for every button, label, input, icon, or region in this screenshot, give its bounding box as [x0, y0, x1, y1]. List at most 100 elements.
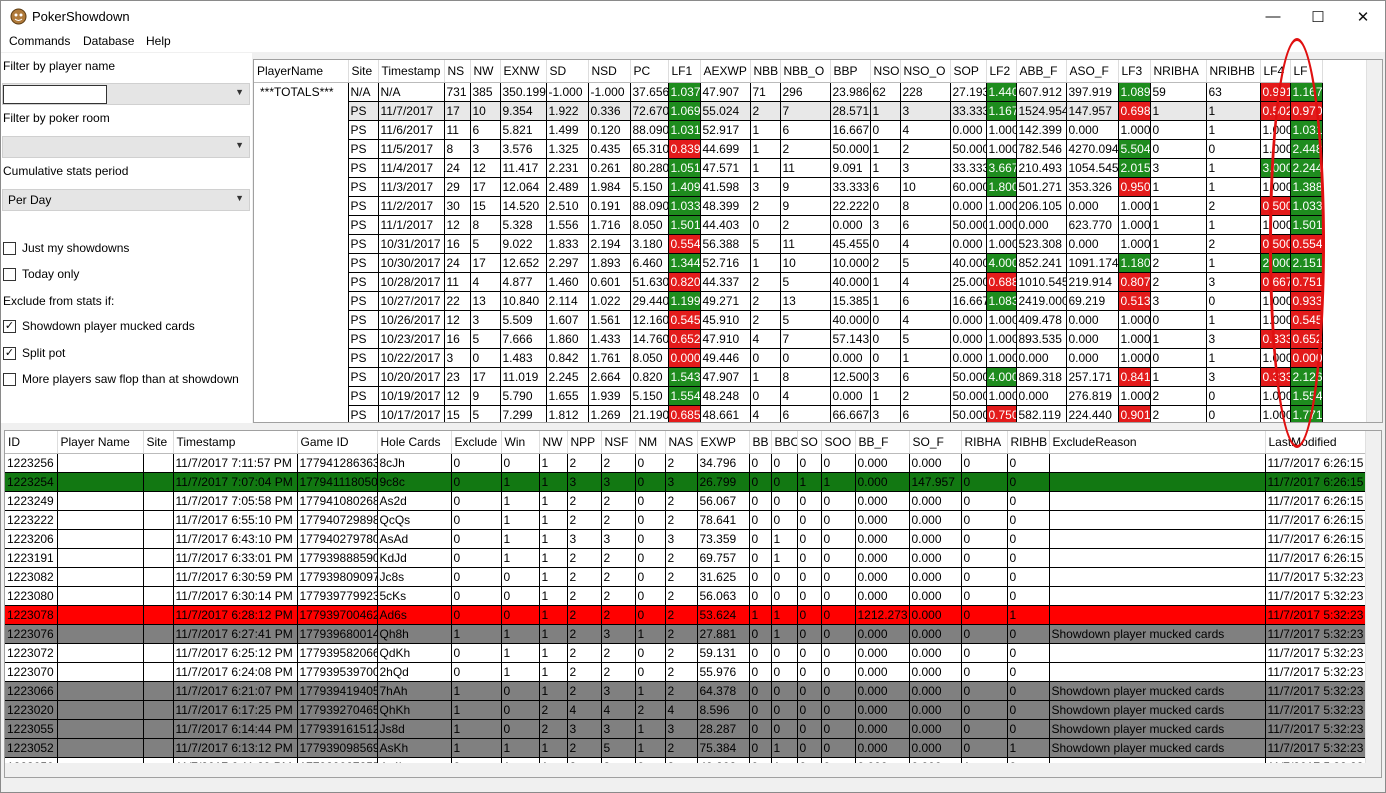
column-header-bb[interactable]: BB	[749, 431, 772, 454]
column-header-nbb_o[interactable]: NBB_O	[780, 60, 831, 83]
table-row[interactable]: 1223256 11/7/2017 7:11:57 PM 177941286363 8…	[5, 453, 1381, 473]
column-header-sop[interactable]: SOP	[950, 60, 987, 83]
column-header-lf3[interactable]: LF3	[1118, 60, 1151, 83]
column-header-site[interactable]: Site	[348, 60, 379, 83]
column-header-game-id[interactable]: Game ID	[297, 431, 378, 454]
column-header-player-name[interactable]: Player Name	[57, 431, 144, 454]
table-row[interactable]: PS 10/28/2017 11 4 4.877 1.460 0.601 51.630 0.82…	[254, 272, 1323, 292]
column-header-exwp[interactable]: EXWP	[697, 431, 750, 454]
more-players-checkbox[interactable]: More players saw flop than at showdown	[3, 372, 239, 386]
column-header-aexwp[interactable]: AEXWP	[700, 60, 751, 83]
column-header-so_f[interactable]: SO_F	[909, 431, 962, 454]
table-row[interactable]: 1223052 11/7/2017 6:13:12 PM 177939098569 A…	[5, 738, 1381, 758]
table-row[interactable]: ***TOTALS*** N/A N/A 731 385 350.199 -1.000 -1.…	[254, 82, 1323, 422]
table-row[interactable]: PS 10/20/2017 23 17 11.019 2.245 2.664 0.820 1.5…	[254, 367, 1323, 387]
table-row[interactable]: PS 11/2/2017 30 15 14.520 2.510 0.191 88.090 1.0…	[254, 196, 1323, 216]
table-row[interactable]: PS 10/19/2017 12 9 5.790 1.655 1.939 5.150 1.554…	[254, 386, 1323, 406]
table-row[interactable]: 1223066 11/7/2017 6:21:07 PM 177939419405 7…	[5, 681, 1381, 701]
table-row[interactable]: 1223078 11/7/2017 6:28:12 PM 177939700462 A…	[5, 605, 1381, 625]
table-row[interactable]: PS 10/23/2017 16 5 7.666 1.860 1.433 14.760 0.65…	[254, 329, 1323, 349]
table-row[interactable]: PS 10/30/2017 24 17 12.652 2.297 1.893 6.460 1.3…	[254, 253, 1323, 273]
column-header-win[interactable]: Win	[501, 431, 540, 454]
table-row[interactable]: 1223080 11/7/2017 6:30:14 PM 177939779923 5…	[5, 586, 1381, 606]
hands-grid[interactable]: ID Player Name Site Timestamp Game ID Hole Ca…	[4, 430, 1382, 778]
daily-stats-grid[interactable]: PlayerName Site Timestamp NS NW EXNW SD NSD PC LF…	[253, 59, 1383, 423]
table-row[interactable]: PS 10/22/2017 3 0 1.483 0.842 1.761 8.050 0.000 4…	[254, 348, 1323, 368]
table-row[interactable]: PS 10/31/2017 16 5 9.022 1.833 2.194 3.180 0.554…	[254, 234, 1323, 254]
table-row[interactable]: 1223070 11/7/2017 6:24:08 PM 177939539700 2…	[5, 662, 1381, 682]
column-header-abb_f[interactable]: ABB_F	[1016, 60, 1067, 83]
column-header-exnw[interactable]: EXNW	[500, 60, 547, 83]
table-row[interactable]: 1223222 11/7/2017 6:55:10 PM 177940729898 Q…	[5, 510, 1381, 530]
column-header-ribhb[interactable]: RIBHB	[1007, 431, 1050, 454]
column-header-lf1[interactable]: LF1	[668, 60, 701, 83]
table-row[interactable]: PS 11/1/2017 12 8 5.328 1.556 1.716 8.050 1.501 4…	[254, 215, 1323, 235]
column-header-bbp[interactable]: BBP	[830, 60, 871, 83]
split-pot-checkbox[interactable]: ✓ Split pot	[3, 346, 65, 360]
column-header-sd[interactable]: SD	[546, 60, 589, 83]
player-filter-combo[interactable]: ▼	[2, 83, 250, 105]
menu-database[interactable]: Database	[83, 34, 134, 48]
column-header-bbo[interactable]: BBO	[771, 431, 798, 454]
column-header-nsd[interactable]: NSD	[588, 60, 631, 83]
column-header-hole-cards[interactable]: Hole Cards	[377, 431, 452, 454]
table-row[interactable]: PS 11/5/2017 8 3 3.576 1.325 0.435 65.310 0.839 4…	[254, 139, 1323, 159]
table-row[interactable]: 1223055 11/7/2017 6:14:44 PM 177939161512 J…	[5, 719, 1381, 739]
column-header-nso_o[interactable]: NSO_O	[900, 60, 951, 83]
table-row[interactable]: 1223020 11/7/2017 6:17:25 PM 177939270465 Q…	[5, 700, 1381, 720]
column-header-aso_f[interactable]: ASO_F	[1066, 60, 1119, 83]
column-header-site[interactable]: Site	[143, 431, 174, 454]
vertical-scrollbar[interactable]	[1365, 431, 1381, 763]
column-header-pc[interactable]: PC	[630, 60, 669, 83]
close-button[interactable]: ✕	[1340, 1, 1385, 32]
table-row[interactable]: PS 10/27/2017 22 13 10.840 2.114 1.022 29.440 1.…	[254, 291, 1323, 311]
table-row[interactable]: 1223254 11/7/2017 7:07:04 PM 177941118050 9…	[5, 472, 1381, 492]
table-row[interactable]: PS 11/6/2017 11 6 5.821 1.499 0.120 88.090 1.031…	[254, 120, 1323, 140]
table-row[interactable]: PS 11/3/2017 29 17 12.064 2.489 1.984 5.150 1.40…	[254, 177, 1323, 197]
column-header-ns[interactable]: NS	[444, 60, 471, 83]
column-header-nw[interactable]: NW	[470, 60, 501, 83]
column-header-npp[interactable]: NPP	[567, 431, 602, 454]
menu-commands[interactable]: Commands	[9, 34, 70, 48]
player-list[interactable]: ***TOTALS***	[254, 82, 349, 422]
menu-help[interactable]: Help	[146, 34, 171, 48]
period-combo[interactable]: Per Day ▼	[2, 189, 250, 211]
table-row[interactable]: 1223072 11/7/2017 6:25:12 PM 177939582066 Q…	[5, 643, 1381, 663]
table-row[interactable]: PS 10/26/2017 12 3 5.509 1.607 1.561 12.160 0.54…	[254, 310, 1323, 330]
table-row[interactable]: PS 11/4/2017 24 12 11.417 2.231 0.261 80.280 1.0…	[254, 158, 1323, 178]
table-row[interactable]: PS 10/17/2017 15 5 7.299 1.812 1.269 21.190 0.68…	[254, 405, 1323, 422]
table-row[interactable]: PS 11/7/2017 17 10 9.354 1.922 0.336 72.670 1.06…	[254, 101, 1323, 121]
column-header-ribha[interactable]: RIBHA	[961, 431, 1008, 454]
maximize-button[interactable]: ☐	[1295, 1, 1341, 32]
room-filter-combo[interactable]: ▼	[2, 136, 250, 158]
column-header-bb_f[interactable]: BB_F	[855, 431, 910, 454]
column-header-id[interactable]: ID	[5, 431, 58, 454]
table-row[interactable]: 1223082 11/7/2017 6:30:59 PM 177939809097 J…	[5, 567, 1381, 587]
minimize-button[interactable]: —	[1250, 1, 1296, 32]
column-header-nbb[interactable]: NBB	[750, 60, 781, 83]
column-header-nribhb[interactable]: NRIBHB	[1206, 60, 1261, 83]
just-my-showdowns-checkbox[interactable]: Just my showdowns	[3, 241, 129, 255]
table-row[interactable]: 1223249 11/7/2017 7:05:58 PM 177941080268 A…	[5, 491, 1381, 511]
column-header-nsf[interactable]: NSF	[601, 431, 636, 454]
column-header-soo[interactable]: SOO	[821, 431, 856, 454]
column-header-lf2[interactable]: LF2	[986, 60, 1017, 83]
column-header-nas[interactable]: NAS	[665, 431, 698, 454]
mucked-cards-checkbox[interactable]: ✓ Showdown player mucked cards	[3, 319, 195, 333]
column-header-nso[interactable]: NSO	[870, 60, 901, 83]
today-only-checkbox[interactable]: Today only	[3, 267, 79, 281]
table-row[interactable]: 1223206 11/7/2017 6:43:10 PM 177940279780 A…	[5, 529, 1381, 549]
column-header-playername[interactable]: PlayerName	[254, 60, 349, 83]
column-header-excludereason[interactable]: ExcludeReason	[1049, 431, 1266, 454]
column-header-nribha[interactable]: NRIBHA	[1150, 60, 1207, 83]
column-header-timestamp[interactable]: Timestamp	[173, 431, 298, 454]
column-header-nm[interactable]: NM	[635, 431, 666, 454]
table-row[interactable]: 1223076 11/7/2017 6:27:41 PM 177939680014 Q…	[5, 624, 1381, 644]
column-header-nw[interactable]: NW	[539, 431, 568, 454]
horizontal-scrollbar[interactable]	[5, 763, 1381, 777]
column-header-exclude[interactable]: Exclude	[451, 431, 502, 454]
vertical-scrollbar[interactable]	[1366, 60, 1382, 422]
table-row[interactable]: 1223191 11/7/2017 6:33:01 PM 177939888590 K…	[5, 548, 1381, 568]
column-header-so[interactable]: SO	[797, 431, 822, 454]
player-list-item[interactable]: ***TOTALS***	[256, 83, 346, 101]
